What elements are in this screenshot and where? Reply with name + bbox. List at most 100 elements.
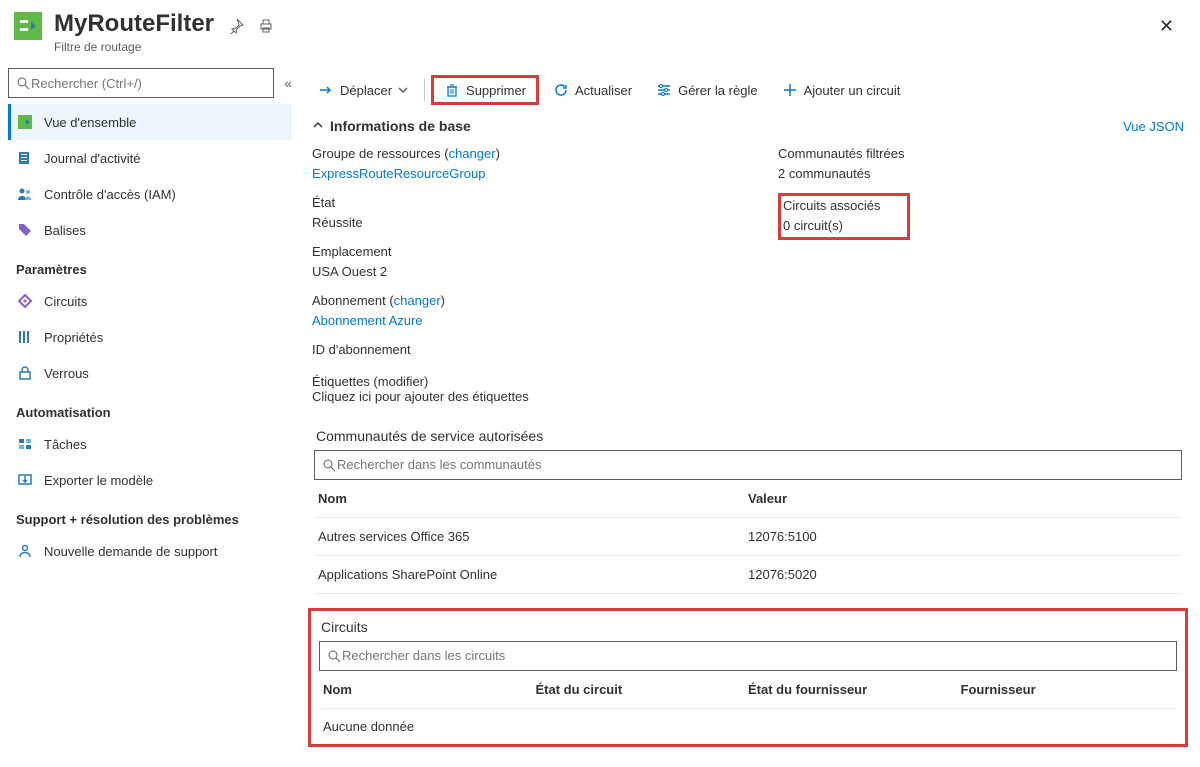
sidebar-item-tags[interactable]: Balises bbox=[8, 212, 292, 248]
circuits-search[interactable] bbox=[319, 641, 1177, 671]
community-value: 12076:5020 bbox=[748, 567, 1178, 582]
sidebar-item-circuits[interactable]: Circuits bbox=[8, 283, 292, 319]
sidebar-item-properties[interactable]: Propriétés bbox=[8, 319, 292, 355]
circuits-panel: Circuits Nom État du circuit État du fou… bbox=[308, 608, 1188, 747]
collapse-sidebar-icon[interactable]: « bbox=[284, 75, 292, 91]
page-subtitle: Filtre de routage bbox=[54, 40, 214, 54]
communities-label: Communautés filtrées bbox=[778, 144, 1184, 164]
move-button[interactable]: Déplacer bbox=[308, 76, 418, 104]
subid-label: ID d'abonnement bbox=[312, 340, 718, 360]
sidebar-item-tasks[interactable]: Tâches bbox=[8, 426, 292, 462]
sidebar-section-support: Support + résolution des problèmes bbox=[8, 498, 292, 533]
community-name: Autres services Office 365 bbox=[318, 529, 748, 544]
tasks-icon bbox=[16, 436, 34, 452]
col-provider: Fournisseur bbox=[961, 682, 1174, 697]
sidebar-item-export[interactable]: Exporter le modèle bbox=[8, 462, 292, 498]
toolbar-label: Ajouter un circuit bbox=[804, 83, 901, 98]
essentials-toggle[interactable] bbox=[312, 119, 324, 134]
toolbar-label: Actualiser bbox=[575, 83, 632, 98]
communities-panel-title: Communautés de service autorisées bbox=[308, 422, 1188, 450]
sidebar-item-iam[interactable]: Contrôle d'accès (IAM) bbox=[8, 176, 292, 212]
print-icon[interactable] bbox=[258, 18, 274, 37]
col-value: Valeur bbox=[748, 491, 1178, 506]
sub-label: Abonnement ( bbox=[312, 293, 394, 308]
location-label: Emplacement bbox=[312, 242, 718, 262]
location-value: USA Ouest 2 bbox=[312, 262, 718, 282]
sliders-icon bbox=[656, 82, 672, 98]
circuits-label: Circuits associés bbox=[783, 196, 881, 216]
sidebar-item-label: Exporter le modèle bbox=[44, 473, 153, 488]
close-icon[interactable]: ✕ bbox=[1159, 10, 1188, 37]
toolbar-label: Gérer la règle bbox=[678, 83, 757, 98]
sidebar-item-label: Propriétés bbox=[44, 330, 103, 345]
sub-value-link[interactable]: Abonnement Azure bbox=[312, 311, 718, 331]
sidebar-search[interactable] bbox=[8, 68, 274, 98]
page-title: MyRouteFilter bbox=[54, 10, 214, 38]
sidebar-item-locks[interactable]: Verrous bbox=[8, 355, 292, 391]
communities-search-input[interactable] bbox=[337, 457, 1175, 472]
circuits-value: 0 circuit(s) bbox=[783, 216, 881, 236]
tags-add-link[interactable]: Cliquez ici pour ajouter des étiquettes bbox=[312, 389, 1184, 404]
overview-icon bbox=[16, 114, 34, 130]
pin-icon[interactable] bbox=[228, 18, 244, 37]
table-row[interactable]: Autres services Office 365 12076:5100 bbox=[314, 518, 1182, 556]
refresh-button[interactable]: Actualiser bbox=[543, 76, 642, 104]
community-value: 12076:5100 bbox=[748, 529, 1178, 544]
sidebar-item-label: Circuits bbox=[44, 294, 87, 309]
tags-icon bbox=[16, 222, 34, 238]
search-icon bbox=[326, 648, 342, 664]
resource-icon bbox=[12, 10, 44, 42]
plus-icon bbox=[782, 82, 798, 98]
search-icon bbox=[321, 457, 337, 473]
state-value: Réussite bbox=[312, 213, 718, 233]
col-provstate: État du fournisseur bbox=[748, 682, 961, 697]
sidebar-item-overview[interactable]: Vue d'ensemble bbox=[8, 104, 292, 140]
refresh-icon bbox=[553, 82, 569, 98]
state-label: État bbox=[312, 193, 718, 213]
col-state: État du circuit bbox=[536, 682, 749, 697]
lock-icon bbox=[16, 365, 34, 381]
delete-button[interactable]: Supprimer bbox=[431, 75, 539, 105]
communities-search[interactable] bbox=[314, 450, 1182, 480]
export-template-icon bbox=[16, 472, 34, 488]
essentials-title: Informations de base bbox=[330, 118, 471, 134]
support-icon bbox=[16, 543, 34, 559]
col-name: Nom bbox=[323, 682, 536, 697]
rg-change-link[interactable]: changer bbox=[449, 146, 496, 161]
tags-edit-link[interactable]: modifier bbox=[378, 374, 424, 389]
sidebar-item-label: Contrôle d'accès (IAM) bbox=[44, 187, 176, 202]
add-circuit-button[interactable]: Ajouter un circuit bbox=[772, 76, 911, 104]
tags-label: Étiquettes ( bbox=[312, 374, 378, 389]
sidebar-item-label: Vue d'ensemble bbox=[44, 115, 136, 130]
delete-icon bbox=[444, 82, 460, 98]
circuits-search-input[interactable] bbox=[342, 648, 1170, 663]
communities-panel: Communautés de service autorisées Nom Va… bbox=[308, 422, 1188, 594]
iam-icon bbox=[16, 186, 34, 202]
communities-value: 2 communautés bbox=[778, 164, 1184, 184]
properties-icon bbox=[16, 329, 34, 345]
sidebar-section-params: Paramètres bbox=[8, 248, 292, 283]
circuits-icon bbox=[16, 293, 34, 309]
manage-rule-button[interactable]: Gérer la règle bbox=[646, 76, 767, 104]
toolbar-label: Déplacer bbox=[340, 83, 392, 98]
associated-circuits-highlight: Circuits associés 0 circuit(s) bbox=[778, 193, 910, 240]
sidebar-item-activity[interactable]: Journal d'activité bbox=[8, 140, 292, 176]
chevron-down-icon bbox=[398, 85, 408, 95]
json-view-link[interactable]: Vue JSON bbox=[1123, 119, 1184, 134]
rg-value-link[interactable]: ExpressRouteResourceGroup bbox=[312, 164, 718, 184]
table-row[interactable]: Applications SharePoint Online 12076:502… bbox=[314, 556, 1182, 594]
sidebar-item-new-support[interactable]: Nouvelle demande de support bbox=[8, 533, 292, 569]
sidebar-item-label: Nouvelle demande de support bbox=[44, 544, 217, 559]
sub-change-link[interactable]: changer bbox=[394, 293, 441, 308]
circuits-no-data: Aucune donnée bbox=[313, 709, 1183, 738]
activity-log-icon bbox=[16, 150, 34, 166]
search-icon bbox=[15, 75, 31, 91]
sidebar-search-input[interactable] bbox=[31, 76, 267, 91]
move-icon bbox=[318, 82, 334, 98]
col-name: Nom bbox=[318, 491, 748, 506]
rg-label: Groupe de ressources ( bbox=[312, 146, 449, 161]
sidebar-item-label: Verrous bbox=[44, 366, 89, 381]
sidebar-item-label: Tâches bbox=[44, 437, 87, 452]
community-name: Applications SharePoint Online bbox=[318, 567, 748, 582]
sidebar-section-automation: Automatisation bbox=[8, 391, 292, 426]
